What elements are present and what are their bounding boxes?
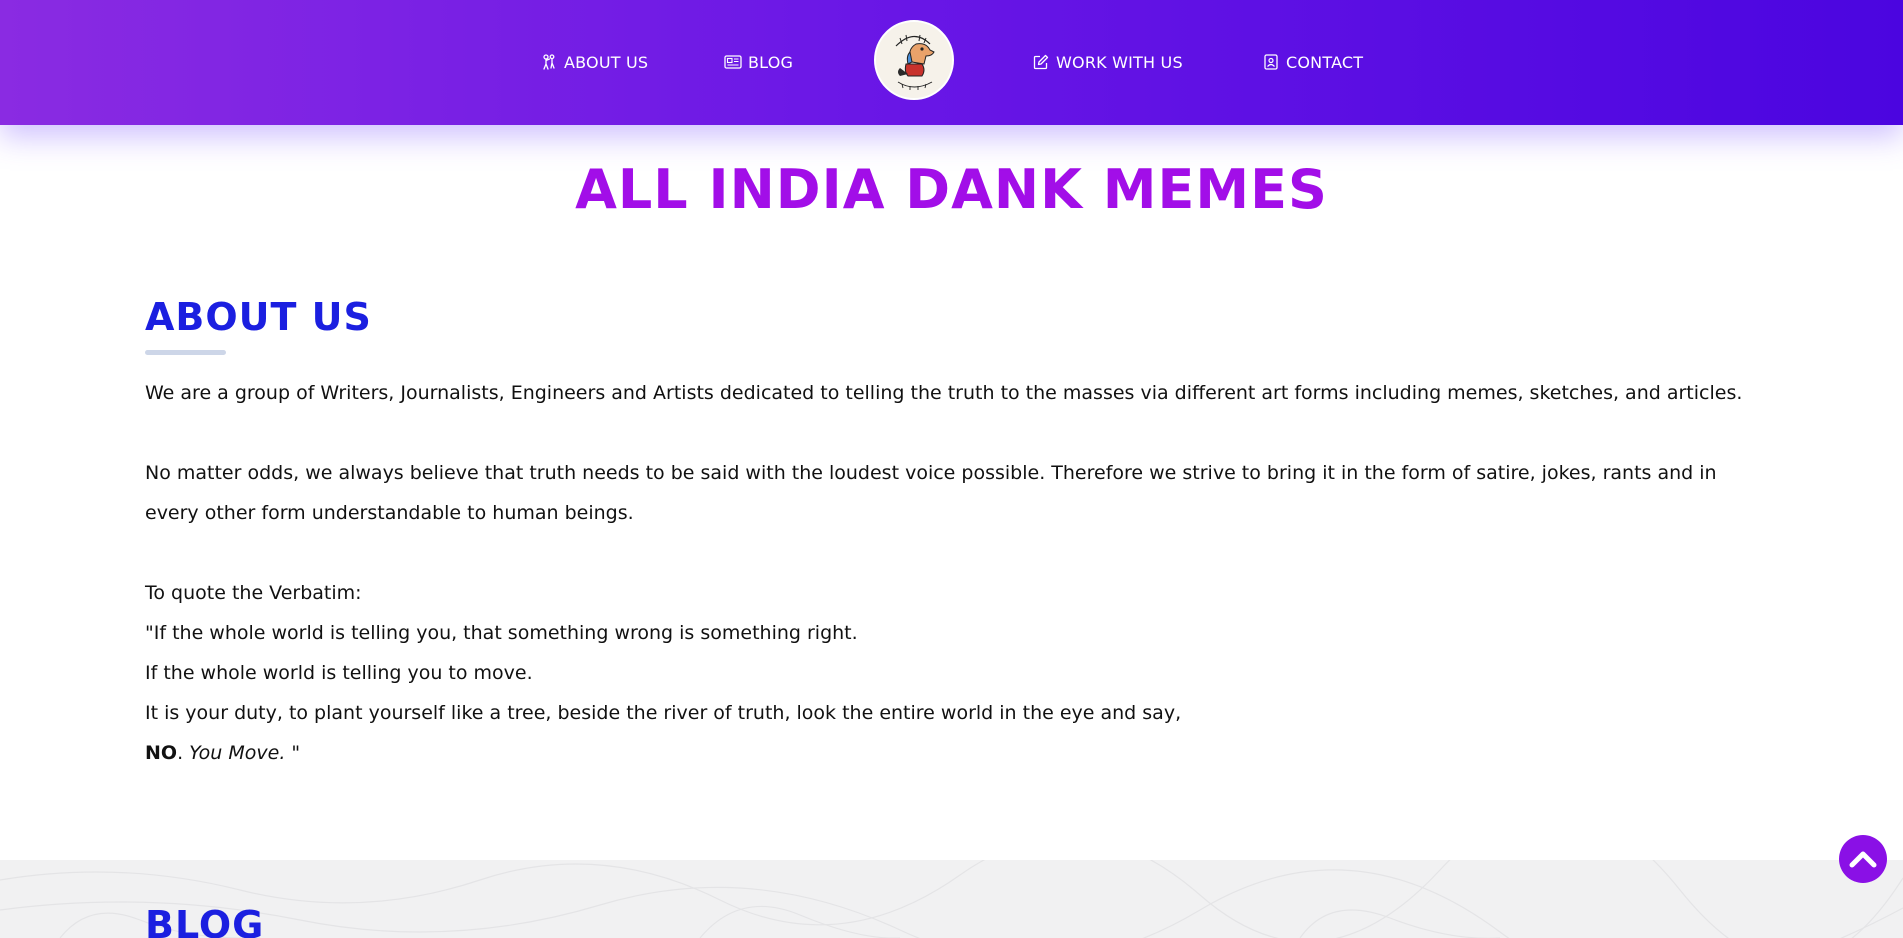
quote-line-3: It is your duty, to plant yourself like … bbox=[145, 702, 1182, 724]
nav-blog-label: BLOG bbox=[748, 52, 794, 72]
nav-about-us[interactable]: ABOUT US bbox=[540, 52, 648, 72]
nav-work-with-us[interactable]: WORK WITH US bbox=[1032, 52, 1183, 72]
people-icon bbox=[540, 53, 558, 71]
contact-card-icon bbox=[1262, 53, 1280, 71]
blog-heading: BLOG bbox=[145, 903, 265, 938]
quote-you-move: You Move. bbox=[189, 742, 286, 764]
site-logo[interactable] bbox=[874, 20, 954, 100]
nav-contact[interactable]: CONTACT bbox=[1262, 52, 1363, 72]
quote-no: NO bbox=[145, 742, 178, 764]
nav-about-us-label: ABOUT US bbox=[564, 52, 649, 72]
quote-intro: To quote the Verbatim: bbox=[145, 582, 362, 604]
heading-underline bbox=[145, 350, 226, 355]
scroll-to-top-button[interactable] bbox=[1839, 835, 1887, 883]
nav-contact-label: CONTACT bbox=[1286, 52, 1364, 72]
about-section: ABOUT US We are a group of Writers, Jour… bbox=[145, 292, 1765, 773]
site-title: ALL INDIA DANK MEMES bbox=[575, 158, 1328, 221]
nav-work-with-us-label: WORK WITH US bbox=[1056, 52, 1183, 72]
quote-line-2: If the whole world is telling you to mov… bbox=[145, 662, 533, 684]
about-heading: ABOUT US bbox=[145, 295, 372, 339]
quote-line-1: "If the whole world is telling you, that… bbox=[145, 622, 858, 644]
top-navigation: ABOUT US BLOG WORK WITH US CONTACT bbox=[0, 0, 1903, 125]
about-paragraph-2: No matter odds, we always believe that t… bbox=[145, 462, 1717, 524]
edit-icon bbox=[1032, 53, 1050, 71]
blog-section: BLOG bbox=[0, 860, 1903, 938]
nav-blog[interactable]: BLOG bbox=[724, 52, 793, 72]
about-paragraph-1: We are a group of Writers, Journalists, … bbox=[145, 382, 1743, 404]
topographic-pattern bbox=[0, 860, 1903, 938]
newspaper-icon bbox=[724, 53, 742, 71]
quote-line-4: NO. You Move. " bbox=[145, 733, 1765, 773]
chevron-up-icon bbox=[1849, 851, 1877, 868]
logo-image bbox=[877, 23, 951, 97]
quote-end: " bbox=[285, 742, 301, 764]
quote-punct: . bbox=[177, 742, 184, 764]
